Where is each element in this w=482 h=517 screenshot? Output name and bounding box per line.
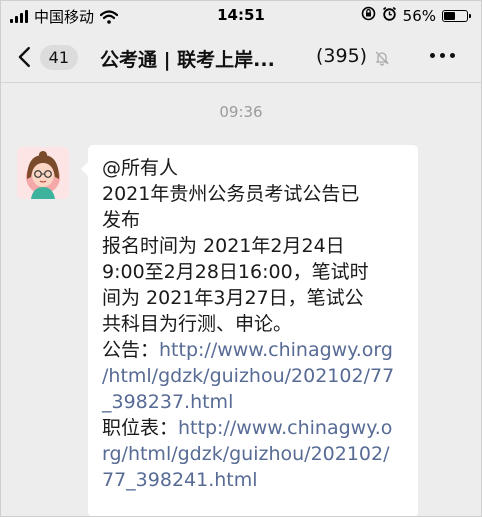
- battery-percent: 56%: [402, 6, 436, 25]
- more-options-button[interactable]: [430, 53, 455, 58]
- message-timestamp: 09:36: [219, 103, 263, 121]
- message-text: @所有人 2021年贵州公务员考试公告已 发布 报名时间为 2021年2月24日…: [102, 155, 404, 337]
- positions-link[interactable]: rg/html/gdzk/guizhou/202102/: [102, 441, 404, 467]
- positions-label: 职位表：: [102, 417, 179, 439]
- notice-link[interactable]: /html/gdzk/guizhou/202102/77: [102, 363, 404, 389]
- message-line: 共科目为行测、申论。: [102, 313, 293, 335]
- battery-icon: [442, 9, 471, 22]
- alarm-icon: [382, 6, 397, 25]
- message-line: 9:00至2月28日16:00，笔试时: [102, 261, 369, 283]
- notice-label: 公告：: [102, 339, 160, 361]
- message-line: 2021年贵州公务员考试公告已: [102, 183, 360, 205]
- unread-badge: 41: [39, 44, 78, 70]
- chat-header: 41 公考通 | 联考上岸... (395): [0, 32, 482, 82]
- status-bar: 中国移动 14:51 56%: [0, 0, 482, 32]
- chevron-left-icon: [18, 46, 30, 68]
- message-line: 报名时间为 2021年2月24日: [102, 235, 345, 257]
- positions-link[interactable]: http://www.chinagwy.o: [178, 417, 392, 439]
- battery-fill: [444, 11, 456, 20]
- notice-link[interactable]: http://www.chinagwy.org: [159, 339, 393, 361]
- orientation-lock-icon: [361, 6, 376, 25]
- message-line: 间为 2021年3月27日，笔试公: [102, 287, 364, 309]
- sender-avatar[interactable]: [17, 147, 69, 199]
- chat-title[interactable]: 公考通 | 联考上岸...: [100, 45, 275, 72]
- message-line: @所有人: [102, 157, 179, 179]
- message-bubble[interactable]: @所有人 2021年贵州公务员考试公告已 发布 报名时间为 2021年2月24日…: [81, 145, 418, 517]
- notice-link[interactable]: _398237.html: [102, 389, 404, 415]
- positions-link[interactable]: 77_398241.html: [102, 467, 404, 493]
- header-divider: [0, 82, 482, 83]
- member-count: (395): [316, 45, 368, 67]
- mute-bell-icon: [375, 51, 389, 66]
- back-button[interactable]: 41: [14, 40, 78, 74]
- message-line: 发布: [102, 209, 141, 231]
